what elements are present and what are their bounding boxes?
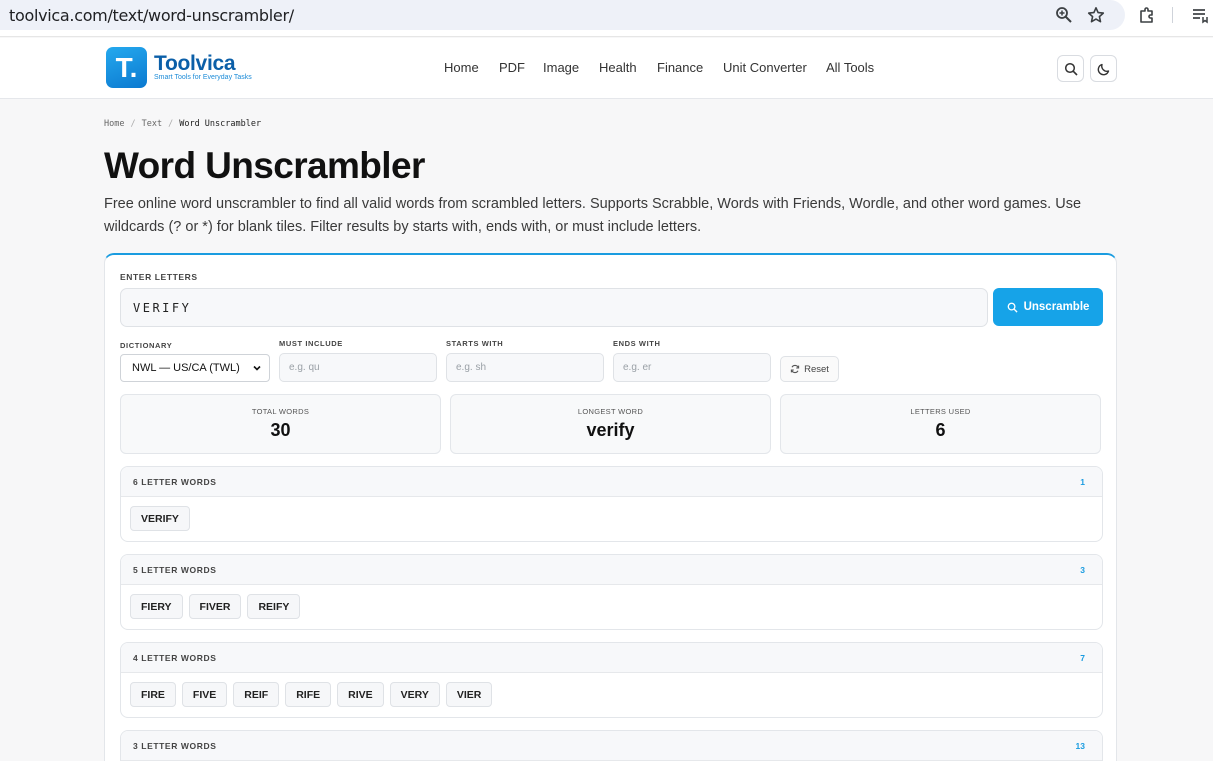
page-description: Free online word unscrambler to find all… [104, 196, 1082, 235]
group-count: 13 [1075, 741, 1085, 751]
group-title: 4 LETTER WORDS [133, 653, 217, 663]
nav-pdf[interactable]: PDF [499, 60, 525, 75]
toolbar-divider [1172, 7, 1173, 23]
unscramble-label: Unscramble [1023, 301, 1090, 313]
browser-toolbar: toolvica.com/text/word-unscrambler/ [0, 0, 1213, 37]
must-include-input[interactable]: e.g. qu [279, 353, 437, 382]
stat-total-words: TOTAL WORDS 30 [120, 394, 441, 454]
search-icon [1007, 302, 1018, 313]
dictionary-select[interactable]: NWL — US/CA (TWL) [120, 354, 270, 382]
breadcrumb-current: Word Unscrambler [179, 119, 262, 129]
nav-health[interactable]: Health [599, 60, 637, 75]
stat-label: TOTAL WORDS [251, 407, 310, 416]
word-chip[interactable]: FIERY [130, 594, 183, 619]
stat-label: LONGEST WORD [577, 407, 644, 416]
stat-value: 6 [935, 420, 946, 440]
breadcrumb-home[interactable]: Home [104, 119, 124, 129]
nav-all-tools[interactable]: All Tools [826, 60, 874, 75]
letters-label: ENTER LETTERS [120, 272, 198, 282]
stat-value: verify [586, 420, 635, 440]
word-chip[interactable]: REIFY [247, 594, 301, 619]
breadcrumb-separator: / [168, 119, 174, 129]
page-title: Word Unscrambler [104, 145, 425, 186]
search-icon [1064, 62, 1078, 76]
group-count: 1 [1080, 477, 1085, 487]
ends-with-label: ENDS WITH [613, 339, 661, 348]
dictionary-label: DICTIONARY [120, 341, 173, 350]
must-include-label: MUST INCLUDE [279, 339, 343, 348]
unscramble-button[interactable]: Unscramble [993, 288, 1103, 326]
word-chip[interactable]: RIVE [337, 682, 384, 707]
reset-button[interactable]: Reset [780, 356, 839, 382]
stat-longest-word: LONGEST WORD verify [450, 394, 771, 454]
word-chip[interactable]: FIVER [188, 594, 242, 619]
stat-value: 30 [270, 420, 291, 440]
nav-finance[interactable]: Finance [657, 60, 703, 75]
nav-home[interactable]: Home [444, 60, 479, 75]
nav-image[interactable]: Image [543, 60, 579, 75]
chevron-down-icon [253, 365, 261, 371]
breadcrumb: Home / Text / Word Unscrambler [104, 119, 261, 129]
stat-label: LETTERS USED [910, 407, 971, 416]
group-count: 3 [1080, 565, 1085, 575]
extensions-icon[interactable] [1137, 5, 1157, 25]
logo-name[interactable]: Toolvica [154, 52, 236, 76]
site-header: T. Toolvica Smart Tools for Everyday Tas… [0, 38, 1213, 99]
zoom-icon[interactable] [1054, 5, 1074, 25]
group-header[interactable]: 5 LETTER WORDS 3 [121, 555, 1102, 585]
word-group-4: 4 LETTER WORDS 7 FIRE FIVE REIF RIFE RIV… [120, 642, 1103, 718]
word-group-6: 6 LETTER WORDS 1 VERIFY [120, 466, 1103, 542]
word-chip[interactable]: VIER [445, 682, 493, 707]
starts-with-label: STARTS WITH [446, 339, 504, 348]
moon-icon [1097, 63, 1109, 75]
theme-toggle-button[interactable] [1090, 55, 1117, 82]
address-bar[interactable]: toolvica.com/text/word-unscrambler/ [0, 0, 1125, 30]
word-chip[interactable]: VERY [389, 682, 440, 707]
ends-with-input[interactable]: e.g. er [613, 353, 771, 382]
group-count: 7 [1080, 653, 1085, 663]
stat-letters-used: LETTERS USED 6 [780, 394, 1101, 454]
breadcrumb-separator: / [130, 119, 136, 129]
logo-icon[interactable]: T. [106, 47, 147, 88]
group-header[interactable]: 6 LETTER WORDS 1 [121, 467, 1102, 497]
unscrambler-card: ENTER LETTERS VERIFY Unscramble DICTIONA… [104, 253, 1117, 761]
group-header[interactable]: 4 LETTER WORDS 7 [121, 643, 1102, 673]
word-chip[interactable]: FIVE [181, 682, 228, 707]
logo-tagline: Smart Tools for Everyday Tasks [154, 74, 252, 81]
letters-input[interactable]: VERIFY [120, 288, 988, 327]
word-group-5: 5 LETTER WORDS 3 FIERY FIVER REIFY [120, 554, 1103, 630]
word-chip[interactable]: VERIFY [130, 506, 190, 531]
reset-label: Reset [804, 363, 829, 375]
word-chip[interactable]: RIFE [285, 682, 332, 707]
word-group-3: 3 LETTER WORDS 13 [120, 730, 1103, 761]
group-title: 5 LETTER WORDS [133, 565, 217, 575]
breadcrumb-text[interactable]: Text [142, 119, 162, 129]
group-header[interactable]: 3 LETTER WORDS 13 [121, 731, 1102, 761]
search-button[interactable] [1057, 55, 1084, 82]
word-chip[interactable]: FIRE [130, 682, 176, 707]
word-chip[interactable]: REIF [233, 682, 280, 707]
url-text: toolvica.com/text/word-unscrambler/ [9, 6, 294, 25]
nav-unit-converter[interactable]: Unit Converter [723, 60, 807, 75]
bookmark-star-icon[interactable] [1086, 5, 1106, 25]
refresh-icon [790, 364, 800, 374]
group-title: 6 LETTER WORDS [133, 477, 217, 487]
reading-list-icon[interactable] [1190, 5, 1210, 25]
starts-with-input[interactable]: e.g. sh [446, 353, 604, 382]
logo-letter: T. [115, 51, 138, 83]
dictionary-value: NWL — US/CA (TWL) [132, 362, 240, 374]
group-title: 3 LETTER WORDS [133, 741, 217, 751]
